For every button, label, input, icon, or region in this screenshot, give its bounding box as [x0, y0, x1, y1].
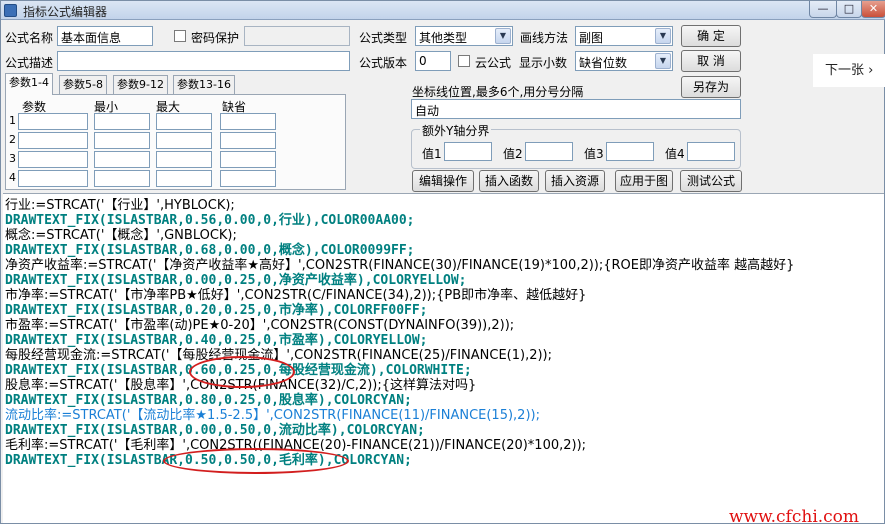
code-line: DRAWTEXT_FIX(ISLASTBAR,0.56,0.00,0,行业),C… — [5, 213, 415, 228]
code-line: 市净率:=STRCAT('【市净率PB★低好】',CON2STR(C/FINAN… — [5, 288, 587, 303]
cloud-label: 云公式 — [475, 56, 512, 70]
code-line: 概念:=STRCAT('【概念】',GNBLOCK); — [5, 228, 237, 243]
formula-desc-label: 公式描述 — [5, 56, 54, 70]
value3-input[interactable] — [606, 142, 654, 161]
site-watermark: www.cfchi.com — [729, 507, 860, 527]
chevron-down-icon: ▼ — [655, 28, 671, 44]
chevron-down-icon: ▼ — [655, 53, 671, 69]
edit-operation-button[interactable]: 编辑操作 — [412, 170, 474, 192]
formula-type-select[interactable]: 其他类型 ▼ — [415, 26, 513, 46]
window-title: 指标公式编辑器 — [23, 5, 108, 19]
annotation-oval — [163, 448, 349, 474]
maximize-button[interactable]: □ — [836, 1, 862, 18]
chevron-down-icon: ▼ — [495, 28, 511, 44]
code-line: DRAWTEXT_FIX(ISLASTBAR,0.20,0.25,0,市净率),… — [5, 303, 428, 318]
formula-type-label: 公式类型 — [359, 31, 408, 45]
next-page-button[interactable]: 下一张 › — [813, 54, 885, 87]
code-line: DRAWTEXT_FIX(ISLASTBAR,0.00,0.25,0,净资产收益… — [5, 273, 467, 288]
value3-label: 值3 — [584, 147, 604, 161]
formula-type-value: 其他类型 — [419, 31, 468, 45]
extra-y-axis-legend: 额外Y轴分界 — [420, 122, 492, 139]
param-default-input[interactable] — [220, 151, 276, 168]
apply-to-chart-button[interactable]: 应用于图 — [615, 170, 673, 192]
code-line: DRAWTEXT_FIX(ISLASTBAR,0.40,0.25,0,市盈率),… — [5, 333, 428, 348]
param-max-input[interactable] — [156, 151, 212, 168]
password-checkbox[interactable] — [174, 30, 186, 42]
param-panel: 参数 最小 最大 缺省 1 2 3 4 — [5, 94, 346, 190]
formula-editor-window: 指标公式编辑器 — □ ✕ 公式名称 基本面信息 密码保护 公式类型 其他类型 ▼… — [0, 0, 885, 527]
code-line: 净资产收益率:=STRCAT('【净资产收益率★高好】',CON2STR(FIN… — [5, 258, 795, 273]
code-line: 行业:=STRCAT('【行业】',HYBLOCK); — [5, 198, 235, 213]
param-default-input[interactable] — [220, 132, 276, 149]
confirm-button[interactable]: 确 定 — [681, 25, 741, 47]
test-formula-button[interactable]: 测试公式 — [680, 170, 742, 192]
row-number: 1 — [9, 114, 16, 127]
cloud-checkbox[interactable] — [458, 55, 470, 67]
cancel-button[interactable]: 取 消 — [681, 50, 741, 72]
param-max-input[interactable] — [156, 113, 212, 130]
decimals-select[interactable]: 缺省位数 ▼ — [575, 51, 673, 71]
save-as-button[interactable]: 另存为 — [681, 76, 741, 98]
value4-label: 值4 — [665, 147, 685, 161]
insert-resource-button[interactable]: 插入资源 — [545, 170, 605, 192]
draw-method-label: 画线方法 — [520, 31, 569, 45]
minimize-button[interactable]: — — [809, 1, 837, 18]
param-name-input[interactable] — [18, 151, 88, 168]
param-min-input[interactable] — [94, 132, 150, 149]
row-number: 3 — [9, 152, 16, 165]
param-min-input[interactable] — [94, 113, 150, 130]
annotation-oval — [189, 356, 295, 388]
code-line: DRAWTEXT_FIX(ISLASTBAR,0.00,0.50,0,流动比率)… — [5, 423, 425, 438]
password-label: 密码保护 — [191, 31, 240, 45]
value1-label: 值1 — [422, 147, 442, 161]
formula-version-label: 公式版本 — [359, 56, 408, 70]
value2-label: 值2 — [503, 147, 523, 161]
close-button[interactable]: ✕ — [861, 1, 885, 18]
row-number: 4 — [9, 171, 16, 184]
coord-line-label: 坐标线位置,最多6个,用分号分隔 — [412, 85, 584, 99]
insert-function-button[interactable]: 插入函数 — [479, 170, 539, 192]
code-line: DRAWTEXT_FIX(ISLASTBAR,0.68,0.00,0,概念),C… — [5, 243, 415, 258]
tab-params-13-16[interactable]: 参数13-16 — [173, 75, 235, 94]
decimals-label: 显示小数 — [519, 56, 568, 70]
formula-name-label: 公式名称 — [5, 31, 54, 45]
coord-line-input[interactable]: 自动 — [411, 99, 741, 119]
param-default-input[interactable] — [220, 170, 276, 187]
formula-version-input[interactable]: 0 — [415, 51, 451, 71]
param-min-input[interactable] — [94, 151, 150, 168]
formula-code-editor[interactable]: 行业:=STRCAT('【行业】',HYBLOCK); DRAWTEXT_FIX… — [3, 193, 884, 523]
code-line: 流动比率:=STRCAT('【流动比率★1.5-2.5】',CON2STR(FI… — [5, 408, 540, 423]
param-name-input[interactable] — [18, 170, 88, 187]
decimals-value: 缺省位数 — [579, 56, 628, 70]
row-number: 2 — [9, 133, 16, 146]
draw-method-select[interactable]: 副图 ▼ — [575, 26, 673, 46]
extra-y-axis-group: 额外Y轴分界 值1 值2 值3 值4 — [411, 122, 741, 169]
password-input — [244, 26, 350, 46]
code-line: DRAWTEXT_FIX(ISLASTBAR,0.80,0.25,0,股息率),… — [5, 393, 412, 408]
draw-method-value: 副图 — [579, 31, 604, 45]
app-icon — [4, 4, 17, 17]
title-bar[interactable]: 指标公式编辑器 — □ ✕ — [1, 1, 885, 20]
value2-input[interactable] — [525, 142, 573, 161]
param-name-input[interactable] — [18, 132, 88, 149]
param-max-input[interactable] — [156, 132, 212, 149]
code-line: 市盈率:=STRCAT('【市盈率(动)PE★0-20】',CON2STR(CO… — [5, 318, 515, 333]
param-min-input[interactable] — [94, 170, 150, 187]
param-name-input[interactable] — [18, 113, 88, 130]
tab-params-5-8[interactable]: 参数5-8 — [59, 75, 107, 94]
formula-name-input[interactable]: 基本面信息 — [57, 26, 153, 46]
param-max-input[interactable] — [156, 170, 212, 187]
formula-desc-input[interactable] — [57, 51, 350, 71]
tab-params-1-4[interactable]: 参数1-4 — [5, 73, 53, 95]
value4-input[interactable] — [687, 142, 735, 161]
param-default-input[interactable] — [220, 113, 276, 130]
tab-params-9-12[interactable]: 参数9-12 — [113, 75, 168, 94]
value1-input[interactable] — [444, 142, 492, 161]
